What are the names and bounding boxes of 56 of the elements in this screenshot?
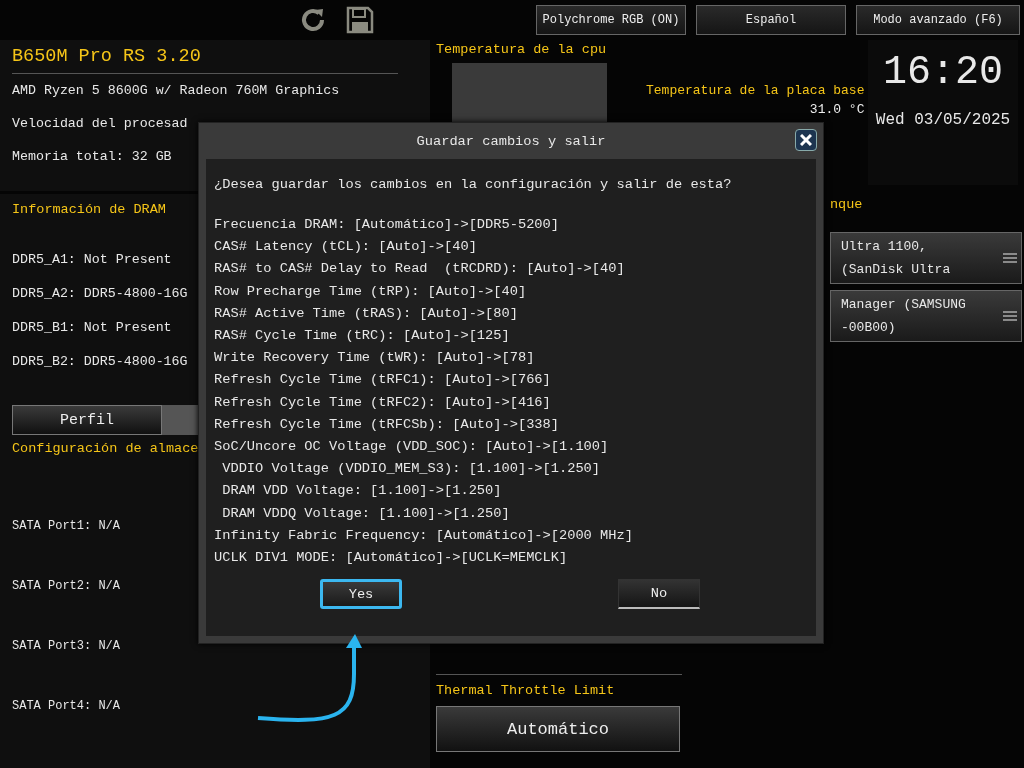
- sata-port-text: SATA Port1: N/A: [12, 518, 121, 535]
- section-heading: Temperatura de la cpu: [436, 42, 607, 57]
- system-info-text: Velocidad del procesad: [12, 115, 188, 133]
- change-text: DRAM VDDQ Voltage: [1.100]->[1.250]: [221, 504, 510, 523]
- change-text: RAS# to CAS# Delay to Read (tRCDRD): [Auto]->[40]: [214, 260, 625, 279]
- change-text: CAS# Latency (tCL): [Auto]->[40]: [214, 238, 477, 257]
- board-temperature-value: 31.0 °C: [809, 102, 865, 117]
- change-text: UCLK DIV1 MODE: [Automático]->[UCLK=MEMCLK]: [214, 549, 568, 568]
- profile-button[interactable]: Perfil: [12, 405, 162, 435]
- change-text: Refresh Cycle Time (tRFCSb): [Auto]->[338]: [214, 415, 559, 434]
- change-text: RAS# Active Time (tRAS): [Auto]->[80]: [214, 304, 518, 323]
- save-icon[interactable]: [346, 6, 374, 34]
- sata-port-text: SATA Port4: N/A: [12, 698, 121, 715]
- section-heading: Información de DRAM: [12, 202, 166, 217]
- toolbar-button[interactable]: Español: [696, 5, 846, 35]
- section-heading: nque: [830, 197, 863, 212]
- dram-slot-text: DDR5_B2: DDR5-4800-16G: [12, 353, 188, 371]
- boot-device-text: Ultra 1100, (SanDisk Ultra: [841, 238, 952, 279]
- section-heading: Configuración de almace: [12, 441, 199, 456]
- boot-device-item[interactable]: Manager (SAMSUNG -00B00): [830, 290, 1022, 342]
- boot-device-text: Manager (SAMSUNG -00B00): [841, 296, 967, 337]
- system-info-text: AMD Ryzen 5 8600G w/ Radeon 760M Graphics: [12, 82, 340, 100]
- dialog-title: Guardar cambios y salir: [416, 133, 606, 149]
- thermal-limit-button[interactable]: Automático: [436, 706, 680, 752]
- system-info-text: Memoria total: 32 GB: [12, 148, 172, 166]
- change-text: Refresh Cycle Time (tRFC2): [Auto]->[416]: [214, 393, 551, 412]
- dram-slot-text: DDR5_A2: DDR5-4800-16G: [12, 285, 188, 303]
- change-text: DRAM VDD Voltage: [1.100]->[1.250]: [221, 482, 502, 501]
- board-temperature-label: Temperatura de la placa base: [646, 83, 865, 98]
- sata-port-text: SATA Port3: N/A: [12, 638, 121, 655]
- change-text: SoC/Uncore OC Voltage (VDD_SOC): [Auto]->[1.100]: [214, 438, 609, 457]
- dialog-question: ¿Desea guardar los cambios en la configuración y salir de esta?: [214, 177, 732, 192]
- toolbar-button[interactable]: Modo avanzado (F6): [856, 5, 1020, 35]
- change-text: Write Recovery Time (tWR): [Auto]->[78]: [214, 349, 535, 368]
- profile-toggle[interactable]: [162, 405, 198, 435]
- change-text: Refresh Cycle Time (tRFC1): [Auto]->[766]: [214, 371, 551, 390]
- dram-slot-text: DDR5_A1: Not Present: [12, 251, 172, 269]
- dram-slot-text: DDR5_B1: Not Present: [12, 319, 172, 337]
- change-text: VDDIO Voltage (VDDIO_MEM_S3): [1.100]->[1.250]: [221, 460, 601, 479]
- dialog-button[interactable]: Yes: [320, 579, 402, 610]
- drag-handle-icon[interactable]: [1003, 253, 1017, 263]
- section-heading: Thermal Throttle Limit: [436, 683, 615, 698]
- sata-port-text: SATA Port2: N/A: [12, 578, 121, 595]
- change-text: Frecuencia DRAM: [Automático]->[DDR5-5200]: [214, 216, 559, 234]
- close-button[interactable]: [795, 129, 817, 151]
- board-title: B650M Pro RS 3.20: [12, 46, 398, 74]
- close-icon: [800, 134, 812, 146]
- toolbar-button[interactable]: Polychrome RGB (ON): [536, 5, 686, 35]
- change-text: RAS# Cycle Time (tRC): [Auto]->[125]: [214, 327, 510, 345]
- clock-date: Wed 03/05/2025: [875, 111, 1011, 129]
- dialog-button[interactable]: No: [618, 579, 700, 610]
- change-text: Row Precharge Time (tRP): [Auto]->[40]: [214, 282, 527, 301]
- drag-handle-icon[interactable]: [1003, 311, 1017, 321]
- change-text: Infinity Fabric Frequency: [Automático]->[2000 MHz]: [214, 526, 633, 545]
- clock-time: 16:20: [883, 50, 1003, 95]
- boot-device-item[interactable]: Ultra 1100, (SanDisk Ultra: [830, 232, 1022, 284]
